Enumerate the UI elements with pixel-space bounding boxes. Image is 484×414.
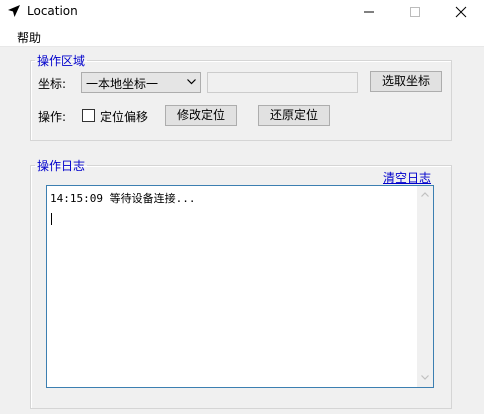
text-caret xyxy=(51,213,52,225)
coordinate-label: 坐标: xyxy=(38,77,67,91)
offset-checkbox[interactable] xyxy=(82,109,95,122)
coordinate-input[interactable] xyxy=(207,72,358,93)
close-icon xyxy=(455,6,467,18)
maximize-button[interactable] xyxy=(392,0,438,24)
navigation-arrow-icon xyxy=(8,5,20,17)
operation-log-legend: 操作日志 xyxy=(37,159,86,173)
scroll-up-icon[interactable] xyxy=(421,192,429,197)
menu-bar: 帮助 xyxy=(0,24,484,47)
log-line: 14:15:09 等待设备连接... xyxy=(50,192,196,205)
maximize-icon xyxy=(410,7,420,17)
title-bar: Location xyxy=(0,0,484,24)
offset-checkbox-label[interactable]: 定位偏移 xyxy=(100,108,148,125)
log-scrollbar[interactable] xyxy=(417,186,433,387)
close-button[interactable] xyxy=(438,0,484,24)
log-textarea[interactable]: 14:15:09 等待设备连接... xyxy=(46,185,434,388)
operation-label: 操作: xyxy=(38,110,67,124)
minimize-icon xyxy=(364,11,374,13)
coordinate-select-value: 一本地坐标一 xyxy=(86,77,159,91)
operation-area-legend: 操作区域 xyxy=(37,54,86,68)
restore-location-button[interactable]: 还原定位 xyxy=(258,105,330,126)
menu-help[interactable]: 帮助 xyxy=(17,29,41,46)
coordinate-select[interactable]: 一本地坐标一 xyxy=(81,72,201,93)
operation-area-group: 操作区域 xyxy=(30,52,452,141)
clear-log-link[interactable]: 清空日志 xyxy=(383,169,431,186)
minimize-button[interactable] xyxy=(346,0,392,24)
scroll-down-icon[interactable] xyxy=(421,375,429,380)
window-title: Location xyxy=(27,4,78,18)
chevron-down-icon xyxy=(187,79,196,85)
modify-location-button[interactable]: 修改定位 xyxy=(165,105,237,126)
pick-coordinate-button[interactable]: 选取坐标 xyxy=(370,71,442,92)
